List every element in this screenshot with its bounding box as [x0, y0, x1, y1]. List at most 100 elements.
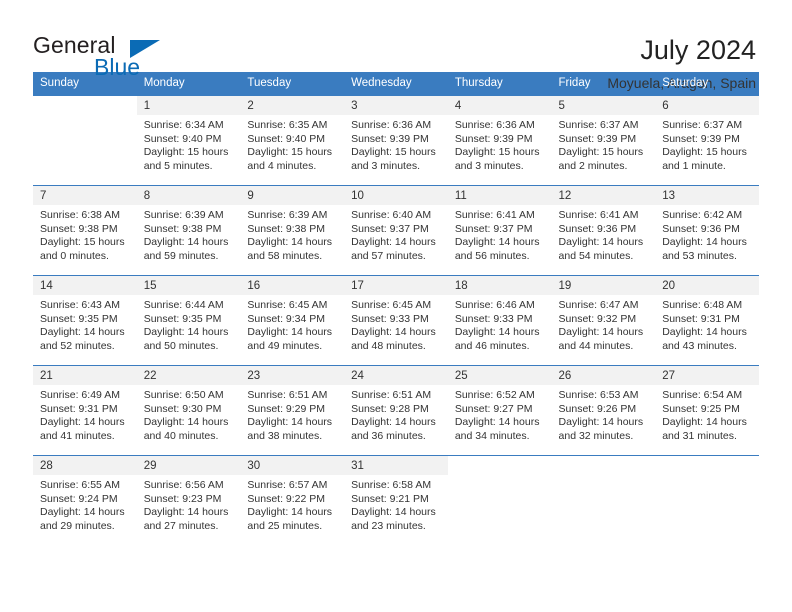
day-number: 24	[344, 366, 448, 385]
calendar-day-cell[interactable]: 9 Sunrise: 6:39 AM Sunset: 9:38 PM Daylight…	[240, 185, 345, 276]
daylight-text-line1: Daylight: 14 hours	[454, 326, 540, 339]
calendar-day-cell[interactable]: 24 Sunrise: 6:51 AM Sunset: 9:28 PM Dayligh…	[344, 365, 448, 456]
calendar-day-cell[interactable]: 12 Sunrise: 6:41 AM Sunset: 9:36 PM Dayligh…	[551, 185, 656, 276]
sunset-text: Sunset: 9:37 PM	[351, 222, 429, 235]
calendar-day-cell[interactable]: 6 Sunrise: 6:37 AM Sunset: 9:39 PM Daylight…	[655, 95, 759, 186]
day-details: Sunrise: 6:58 AM Sunset: 9:21 PM Daylight:…	[344, 475, 448, 533]
day-number: 29	[136, 456, 241, 475]
sunrise-text: Sunrise: 6:58 AM	[351, 479, 432, 491]
calendar-day-cell[interactable]: 10 Sunrise: 6:40 AM Sunset: 9:37 PM Dayligh…	[344, 185, 448, 276]
day-number: 5	[551, 96, 656, 115]
sunset-text: Sunset: 9:27 PM	[454, 402, 533, 415]
sunset-text: Sunset: 9:22 PM	[247, 492, 326, 505]
sunset-text: Sunset: 9:29 PM	[247, 402, 326, 415]
daylight-text-line2: and 29 minutes.	[40, 519, 115, 532]
daylight-text-line2: and 49 minutes.	[247, 339, 323, 352]
sunset-text: Sunset: 9:38 PM	[143, 222, 222, 235]
sunset-text: Sunset: 9:30 PM	[143, 402, 222, 415]
day-details: Sunrise: 6:38 AM Sunset: 9:38 PM Daylight:…	[33, 205, 137, 263]
day-details: Sunrise: 6:50 AM Sunset: 9:30 PM Daylight:…	[137, 385, 241, 443]
day-number: 1	[136, 96, 241, 115]
daylight-text-line2: and 58 minutes.	[247, 249, 323, 262]
day-details: Sunrise: 6:45 AM Sunset: 9:33 PM Daylight:…	[344, 295, 448, 353]
day-number: 15	[136, 276, 241, 295]
calendar-day-cell[interactable]: 28 Sunrise: 6:55 AM Sunset: 9:24 PM Dayligh…	[33, 455, 137, 546]
calendar-day-cell[interactable]: 23 Sunrise: 6:51 AM Sunset: 9:29 PM Dayligh…	[240, 365, 345, 456]
calendar-day-cell[interactable]: 25 Sunrise: 6:52 AM Sunset: 9:27 PM Dayligh…	[447, 365, 552, 456]
day-number: 7	[33, 186, 137, 205]
calendar-day-cell[interactable]: 7 Sunrise: 6:38 AM Sunset: 9:38 PM Daylight…	[33, 185, 137, 276]
calendar-day-cell[interactable]: 8 Sunrise: 6:39 AM Sunset: 9:38 PM Daylight…	[136, 185, 241, 276]
daylight-text-line1: Daylight: 14 hours	[558, 236, 644, 249]
daylight-text-line2: and 46 minutes.	[454, 339, 530, 352]
day-number: 30	[240, 456, 345, 475]
calendar-day-cell[interactable]: 4 Sunrise: 6:36 AM Sunset: 9:39 PM Daylight…	[447, 95, 552, 186]
sunset-text: Sunset: 9:39 PM	[558, 132, 637, 145]
calendar-day-cell[interactable]: 30 Sunrise: 6:57 AM Sunset: 9:22 PM Dayligh…	[240, 455, 345, 546]
daylight-text-line1: Daylight: 14 hours	[40, 416, 125, 429]
calendar-day-cell[interactable]: 26 Sunrise: 6:53 AM Sunset: 9:26 PM Dayligh…	[551, 365, 656, 456]
daylight-text-line2: and 23 minutes.	[351, 519, 426, 532]
sunrise-text: Sunrise: 6:57 AM	[247, 479, 328, 491]
sunrise-text: Sunrise: 6:46 AM	[454, 299, 535, 311]
day-number: 31	[344, 456, 448, 475]
daylight-text-line2: and 3 minutes.	[351, 159, 420, 172]
calendar-day-cell[interactable]: 1 Sunrise: 6:34 AM Sunset: 9:40 PM Daylight…	[136, 95, 241, 186]
day-details: Sunrise: 6:36 AM Sunset: 9:39 PM Daylight:…	[448, 115, 552, 173]
calendar-day-cell[interactable]: 5 Sunrise: 6:37 AM Sunset: 9:39 PM Daylight…	[551, 95, 656, 186]
sunrise-text: Sunrise: 6:40 AM	[351, 209, 432, 221]
day-number: 2	[240, 96, 345, 115]
calendar-day-cell[interactable]: 17 Sunrise: 6:45 AM Sunset: 9:33 PM Dayligh…	[344, 275, 448, 366]
calendar-day-cell[interactable]: 11 Sunrise: 6:41 AM Sunset: 9:37 PM Dayligh…	[447, 185, 552, 276]
calendar-day-cell[interactable]: 15 Sunrise: 6:44 AM Sunset: 9:35 PM Dayligh…	[136, 275, 241, 366]
calendar-body: 1 Sunrise: 6:34 AM Sunset: 9:40 PM Daylight…	[33, 95, 759, 546]
calendar-empty-cell	[551, 455, 656, 546]
sunrise-text: Sunrise: 6:52 AM	[454, 389, 535, 401]
calendar-day-cell[interactable]: 18 Sunrise: 6:46 AM Sunset: 9:33 PM Dayligh…	[447, 275, 552, 366]
sunrise-text: Sunrise: 6:39 AM	[247, 209, 328, 221]
daylight-text-line2: and 5 minutes.	[143, 159, 213, 172]
daylight-text-line2: and 52 minutes.	[40, 339, 115, 352]
day-details: Sunrise: 6:41 AM Sunset: 9:37 PM Daylight:…	[448, 205, 552, 263]
calendar-day-cell[interactable]: 31 Sunrise: 6:58 AM Sunset: 9:21 PM Dayligh…	[344, 455, 448, 546]
calendar-day-cell[interactable]: 13 Sunrise: 6:42 AM Sunset: 9:36 PM Dayligh…	[655, 185, 759, 276]
calendar-day-cell[interactable]: 19 Sunrise: 6:47 AM Sunset: 9:32 PM Dayligh…	[551, 275, 656, 366]
sunrise-text: Sunrise: 6:44 AM	[143, 299, 224, 311]
calendar-day-cell[interactable]: 16 Sunrise: 6:45 AM Sunset: 9:34 PM Dayligh…	[240, 275, 345, 366]
calendar-day-cell[interactable]: 3 Sunrise: 6:36 AM Sunset: 9:39 PM Daylight…	[344, 95, 448, 186]
sunset-text: Sunset: 9:39 PM	[454, 132, 533, 145]
daylight-text-line1: Daylight: 14 hours	[247, 326, 333, 339]
calendar-wrapper: Sunday Monday Tuesday Wednesday Thursday…	[0, 72, 792, 546]
calendar-day-cell[interactable]: 14 Sunrise: 6:43 AM Sunset: 9:35 PM Dayligh…	[33, 275, 137, 366]
daylight-text-line1: Daylight: 15 hours	[662, 146, 747, 159]
day-details: Sunrise: 6:45 AM Sunset: 9:34 PM Daylight:…	[240, 295, 344, 353]
sunset-text: Sunset: 9:40 PM	[247, 132, 326, 145]
calendar-day-cell[interactable]: 20 Sunrise: 6:48 AM Sunset: 9:31 PM Dayligh…	[655, 275, 759, 366]
day-number: 26	[551, 366, 656, 385]
calendar-page: General Blue July 2024 Moyuela, Aragon, …	[0, 0, 792, 612]
daylight-text-line1: Daylight: 14 hours	[454, 416, 540, 429]
day-number: 27	[655, 366, 759, 385]
day-details: Sunrise: 6:39 AM Sunset: 9:38 PM Daylight:…	[137, 205, 241, 263]
day-details: Sunrise: 6:44 AM Sunset: 9:35 PM Daylight:…	[137, 295, 241, 353]
day-details: Sunrise: 6:36 AM Sunset: 9:39 PM Daylight:…	[344, 115, 448, 173]
day-number: 16	[240, 276, 345, 295]
day-number: 17	[344, 276, 448, 295]
calendar-day-cell[interactable]: 29 Sunrise: 6:56 AM Sunset: 9:23 PM Dayligh…	[136, 455, 241, 546]
day-number: 14	[33, 276, 137, 295]
daylight-text-line1: Daylight: 14 hours	[662, 326, 747, 339]
day-details: Sunrise: 6:53 AM Sunset: 9:26 PM Daylight:…	[552, 385, 656, 443]
day-number: 25	[447, 366, 552, 385]
daylight-text-line2: and 38 minutes.	[247, 429, 323, 442]
calendar-day-cell[interactable]: 21 Sunrise: 6:49 AM Sunset: 9:31 PM Dayligh…	[33, 365, 137, 456]
daylight-text-line2: and 43 minutes.	[662, 339, 737, 352]
daylight-text-line2: and 31 minutes.	[662, 429, 737, 442]
calendar-day-cell[interactable]: 2 Sunrise: 6:35 AM Sunset: 9:40 PM Daylight…	[240, 95, 345, 186]
calendar-day-cell[interactable]: 22 Sunrise: 6:50 AM Sunset: 9:30 PM Dayligh…	[136, 365, 241, 456]
general-blue-logo[interactable]: General Blue	[33, 34, 173, 84]
day-number: 8	[136, 186, 241, 205]
daylight-text-line1: Daylight: 15 hours	[40, 236, 125, 249]
calendar-day-cell[interactable]: 27 Sunrise: 6:54 AM Sunset: 9:25 PM Dayligh…	[655, 365, 759, 456]
daylight-text-line1: Daylight: 14 hours	[558, 326, 644, 339]
day-details: Sunrise: 6:43 AM Sunset: 9:35 PM Daylight:…	[33, 295, 137, 353]
